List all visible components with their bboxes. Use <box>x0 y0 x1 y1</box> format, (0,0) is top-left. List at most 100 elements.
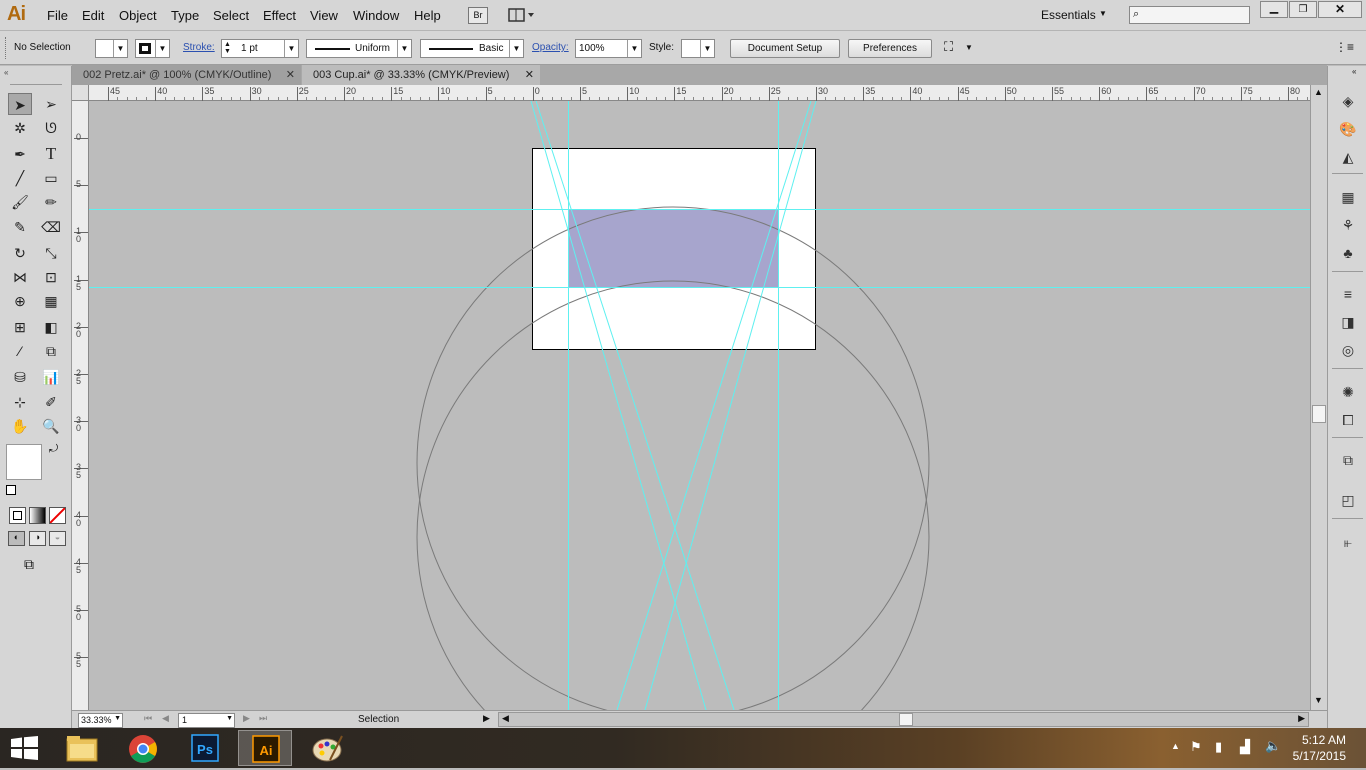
shape-builder-icon[interactable]: ⊕ <box>8 290 32 312</box>
opacity-panel-link[interactable]: Opacity: <box>532 42 569 53</box>
artboard-number-field[interactable]: 1 ▼ <box>178 713 235 728</box>
taskbar-chrome[interactable] <box>116 730 170 766</box>
slice-tool-icon[interactable]: ✐ <box>39 391 63 413</box>
vertical-scrollbar[interactable]: ▲ ▼ <box>1310 85 1327 710</box>
clock-date[interactable]: 5/17/2015 <box>1293 749 1346 763</box>
zoom-tool-icon[interactable]: 🔍 <box>39 415 63 437</box>
artwork[interactable] <box>89 101 1310 710</box>
default-colors-icon[interactable] <box>6 485 16 495</box>
menu-file[interactable]: File <box>47 8 68 23</box>
preferences-button[interactable]: Preferences <box>848 39 932 58</box>
line-tool-icon[interactable]: ╱ <box>8 167 32 189</box>
menu-help[interactable]: Help <box>414 8 441 23</box>
pencil-icon[interactable]: ✏ <box>39 191 63 213</box>
graphic-styles-icon[interactable]: ⧠ <box>1338 410 1358 430</box>
document-setup-button[interactable]: Document Setup <box>730 39 840 58</box>
stroke-panel-link[interactable]: Stroke: <box>183 42 215 53</box>
scroll-down-icon[interactable]: ▼ <box>1314 695 1323 705</box>
menu-view[interactable]: View <box>310 8 338 23</box>
panel-menu-icon[interactable]: ⋮≡ <box>1335 40 1354 54</box>
type-tool-icon[interactable]: T <box>39 143 63 165</box>
workspace-switcher[interactable]: Essentials <box>1041 8 1096 22</box>
network-icon[interactable]: ▟ <box>1240 739 1250 755</box>
swatches-icon[interactable]: ▦ <box>1338 187 1358 207</box>
clock-time[interactable]: 5:12 AM <box>1302 733 1346 747</box>
swap-colors-icon[interactable]: ⤾ <box>49 443 58 456</box>
variable-width-profile[interactable]: Uniform ▼ <box>306 39 412 58</box>
expand-panels-icon[interactable]: « <box>1352 67 1356 76</box>
opacity-field[interactable]: 100% ▼ <box>575 39 642 58</box>
symbols-icon[interactable]: ♣ <box>1338 243 1358 263</box>
scroll-thumb[interactable] <box>1312 405 1326 423</box>
draw-normal-icon[interactable]: ◐ <box>8 531 25 546</box>
free-transform-icon[interactable]: ⊡ <box>39 266 63 288</box>
color-mode-icon[interactable] <box>9 507 26 524</box>
selection-tool-icon[interactable]: ➤ <box>8 93 32 115</box>
ruler-origin[interactable] <box>72 85 89 101</box>
perspective-grid-icon[interactable]: ▦ <box>39 290 63 312</box>
menu-select[interactable]: Select <box>213 8 249 23</box>
volume-icon[interactable]: 🔈 <box>1265 738 1281 754</box>
brush-definition[interactable]: Basic ▼ <box>420 39 524 58</box>
isolate-object-icon[interactable]: ⛶ <box>944 39 953 55</box>
menu-edit[interactable]: Edit <box>82 8 104 23</box>
windows-start-icon[interactable] <box>11 736 39 763</box>
scroll-up-icon[interactable]: ▲ <box>1314 87 1323 97</box>
hand-tool-icon[interactable]: ✋ <box>8 415 32 437</box>
pathfinder-icon[interactable]: ◰ <box>1338 490 1358 510</box>
eyedropper-icon[interactable]: ⁄ <box>8 340 32 362</box>
brushes-icon[interactable]: ⚘ <box>1338 215 1358 235</box>
blend-tool-icon[interactable]: ⧉ <box>39 340 63 362</box>
menu-object[interactable]: Object <box>119 8 157 23</box>
chevron-down-icon[interactable]: ▼ <box>965 43 973 52</box>
zoom-level-field[interactable]: 33.33% ▼ <box>78 713 123 728</box>
scroll-right-icon[interactable]: ▶ <box>1298 713 1305 724</box>
tab-003-cup[interactable]: 003 Cup.ai* @ 33.33% (CMYK/Preview) ✕ <box>302 65 540 85</box>
last-artboard-icon[interactable]: ⏭ <box>259 713 267 724</box>
horizontal-ruler[interactable]: 45 40 35 30 25 20 15 10 5 0 5 10 15 20 25 30 35 40 45 50 55 6… <box>72 85 1327 101</box>
gradient-tool-icon[interactable]: ◧ <box>39 316 63 338</box>
mesh-tool-icon[interactable]: ⊞ <box>8 316 32 338</box>
canvas[interactable] <box>89 101 1310 710</box>
lasso-icon[interactable]: ᘎ <box>39 117 63 139</box>
close-tab-icon[interactable]: ✕ <box>525 65 534 85</box>
eraser-icon[interactable]: ⌫ <box>39 216 63 238</box>
scroll-thumb[interactable] <box>899 713 913 726</box>
gradient-panel-icon[interactable]: ◨ <box>1338 312 1358 332</box>
bridge-button[interactable]: Br <box>468 7 488 24</box>
stroke-weight-field[interactable]: ▲ ▼ 1 pt ▼ <box>221 39 299 58</box>
taskbar-file-explorer[interactable] <box>56 730 110 766</box>
gradient-mode-icon[interactable] <box>29 507 46 524</box>
stroke-panel-icon[interactable]: ≡ <box>1338 284 1358 304</box>
show-hidden-icons[interactable]: ▲ <box>1171 741 1180 751</box>
magic-wand-icon[interactable]: ✲ <box>8 117 32 139</box>
draw-behind-icon[interactable]: ◑ <box>29 531 46 546</box>
color-panel-icon[interactable]: ◭ <box>1338 147 1358 167</box>
previous-artboard-icon[interactable]: ◀ <box>162 713 169 724</box>
graph-tool-icon[interactable]: 📊 <box>39 366 63 388</box>
layers-icon[interactable]: ◈ <box>1338 91 1358 111</box>
none-mode-icon[interactable] <box>49 507 66 524</box>
first-artboard-icon[interactable]: ⏮ <box>144 713 152 724</box>
scroll-left-icon[interactable]: ◀ <box>502 713 509 724</box>
stroke-swatch-dropdown[interactable]: ▼ <box>135 39 170 58</box>
menu-type[interactable]: Type <box>171 8 199 23</box>
pen-tool-icon[interactable]: ✒ <box>8 143 32 165</box>
artboard-tool-icon[interactable]: ⊹ <box>8 391 32 413</box>
horizontal-scrollbar[interactable]: ◀ ▶ <box>498 712 1309 727</box>
stepper-icon[interactable]: ▲ ▼ <box>224 41 231 55</box>
direct-selection-tool-icon[interactable]: ➢ <box>39 93 63 115</box>
collapse-panel-icon[interactable]: « <box>4 68 8 77</box>
action-center-flag-icon[interactable]: ⚑ <box>1190 739 1202 755</box>
blob-brush-icon[interactable]: ✎ <box>8 216 32 238</box>
paintbrush-icon[interactable]: 🖌 <box>8 191 32 213</box>
taskbar-paint[interactable] <box>300 730 354 766</box>
taskbar-illustrator[interactable]: Ai <box>238 730 292 766</box>
appearance-icon[interactable]: ✺ <box>1338 382 1358 402</box>
minimize-button[interactable]: ▁ <box>1260 1 1288 18</box>
transparency-icon[interactable]: ◎ <box>1338 340 1358 360</box>
search-input[interactable]: ⌕ <box>1129 6 1250 24</box>
menu-window[interactable]: Window <box>353 8 399 23</box>
arrange-documents-button[interactable] <box>507 7 537 24</box>
status-menu-icon[interactable]: ▶ <box>483 713 490 724</box>
